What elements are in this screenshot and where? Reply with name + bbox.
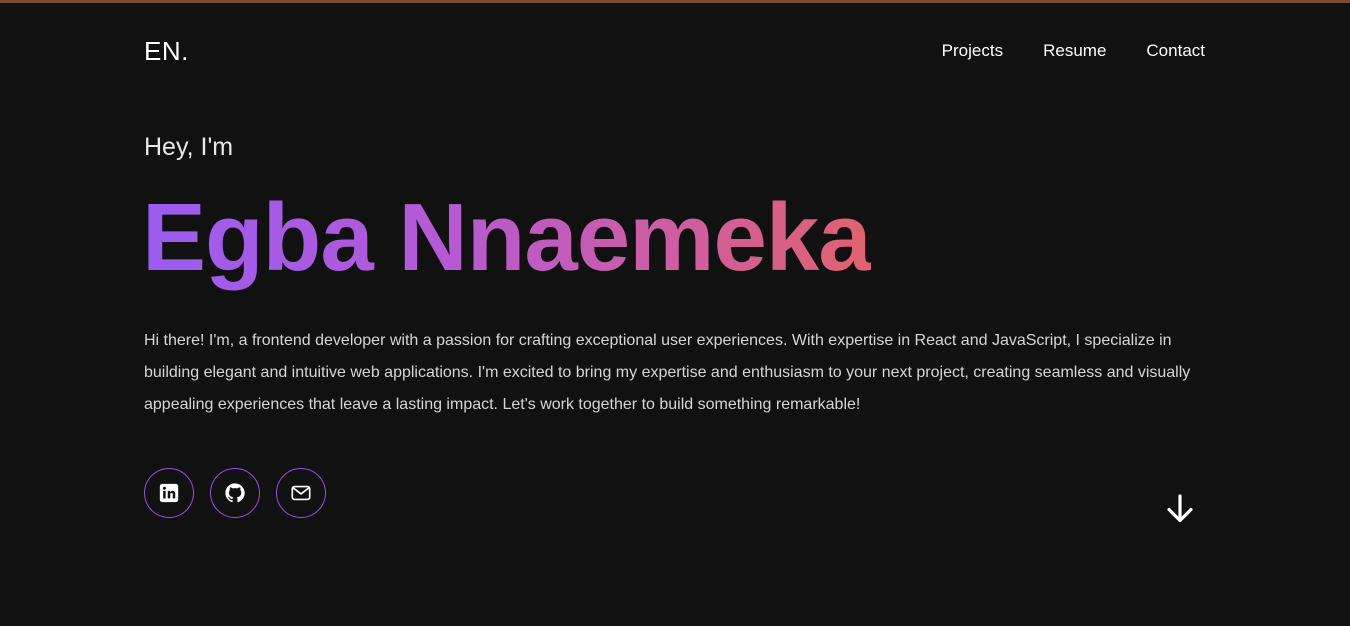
github-button[interactable] [210, 468, 260, 518]
linkedin-button[interactable] [144, 468, 194, 518]
nav-link-projects[interactable]: Projects [942, 41, 1003, 61]
hero-bio: Hi there! I'm, a frontend developer with… [144, 332, 1191, 413]
page: EN. Projects Resume Contact Hey, I'm Egb… [0, 0, 1350, 626]
main-nav: Projects Resume Contact [942, 41, 1205, 61]
email-button[interactable] [276, 468, 326, 518]
scroll-down-button[interactable] [1164, 493, 1196, 525]
github-icon [224, 482, 246, 504]
top-border [0, 0, 1350, 3]
social-links [144, 468, 326, 518]
mail-icon [290, 482, 312, 504]
hero-greeting: Hey, I'm [144, 133, 234, 161]
hero-name: Egba Nnaemeka [142, 184, 872, 291]
arrow-down-icon [1164, 494, 1196, 529]
nav-link-contact[interactable]: Contact [1146, 41, 1205, 61]
logo[interactable]: EN. [144, 36, 189, 66]
nav-link-resume[interactable]: Resume [1043, 41, 1106, 61]
linkedin-icon [159, 483, 179, 503]
